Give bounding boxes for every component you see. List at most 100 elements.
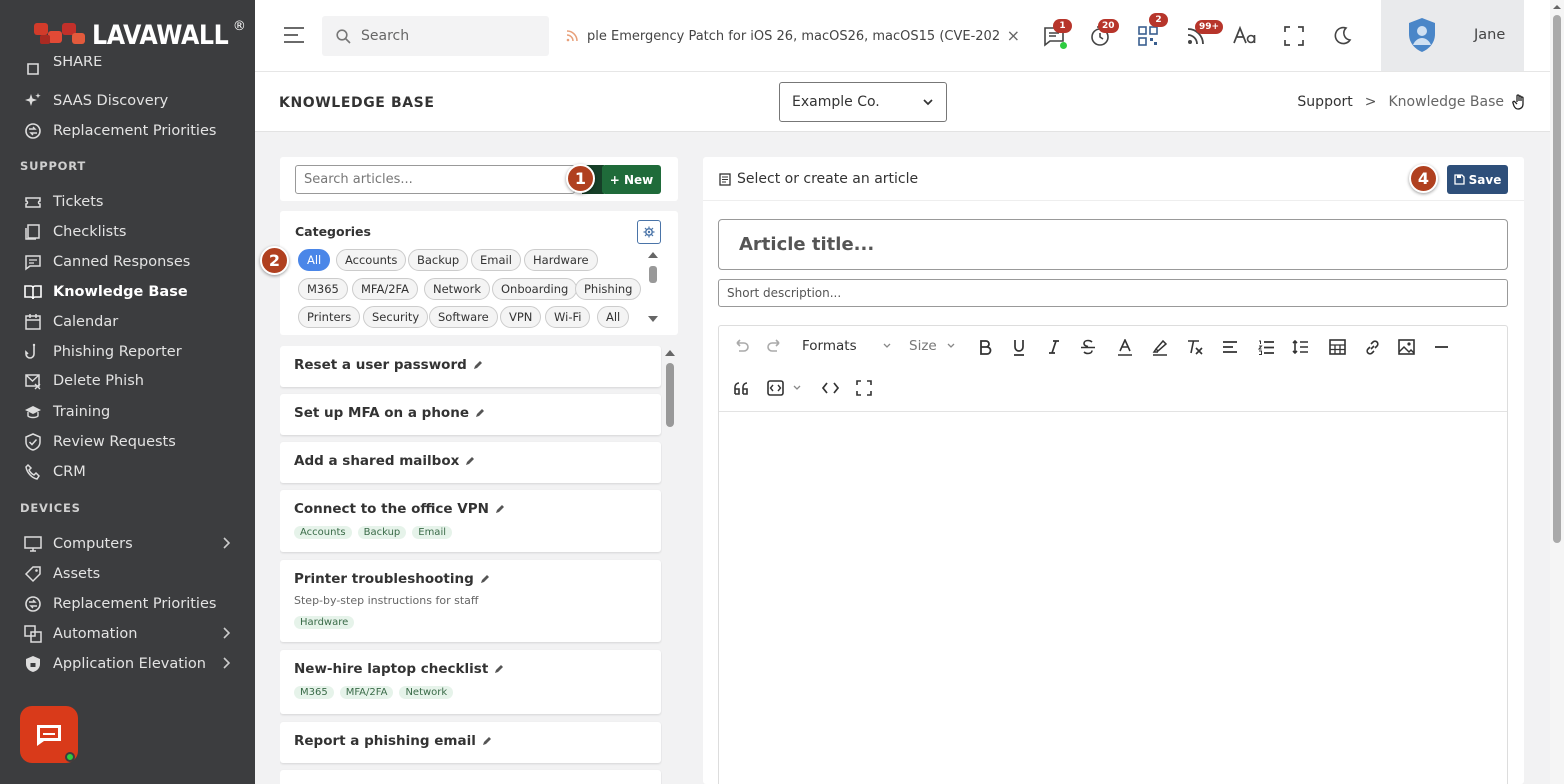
sidebar-item-calendar[interactable]: Calendar	[0, 307, 255, 337]
category-settings-button[interactable]	[637, 220, 661, 244]
logo[interactable]: LAVAWALL ®	[32, 17, 246, 55]
numbered-list-button[interactable]	[1254, 335, 1278, 359]
rich-text-editor[interactable]: Formats Size	[718, 325, 1508, 784]
sidebar-item-replacement-priorities[interactable]: Replacement Priorities	[0, 116, 255, 146]
horizontal-rule-button[interactable]	[1429, 335, 1453, 359]
sidebar-item-delete-phish[interactable]: Delete Phish	[0, 366, 255, 396]
breadcrumb-support-link[interactable]: Support	[1297, 94, 1352, 110]
align-button[interactable]	[1218, 335, 1242, 359]
category-chip-m365[interactable]: M365	[298, 278, 348, 300]
category-chip-onboarding[interactable]: Onboarding	[492, 278, 578, 300]
formats-dropdown[interactable]: Formats	[802, 338, 891, 354]
sidebar-item-saas-discovery[interactable]: SAAS Discovery	[0, 86, 255, 116]
category-chip-software[interactable]: Software	[429, 306, 498, 328]
editor-fullscreen-button[interactable]	[852, 376, 876, 400]
feeds-button[interactable]: 99+	[1182, 20, 1224, 50]
category-chip-vpn[interactable]: VPN	[500, 306, 542, 328]
pencil-icon[interactable]	[482, 736, 492, 746]
category-chip-hardware[interactable]: Hardware	[524, 249, 598, 271]
news-ticker[interactable]: ple Emergency Patch for iOS 26, macOS26,…	[565, 18, 1020, 54]
pencil-icon[interactable]	[475, 408, 485, 418]
pencil-icon[interactable]	[495, 504, 505, 514]
messages-button[interactable]: 1	[1040, 19, 1072, 50]
strikethrough-button[interactable]	[1076, 335, 1100, 359]
sidebar-item-assets[interactable]: Assets	[0, 559, 255, 589]
article-item[interactable]	[280, 770, 661, 784]
article-item[interactable]: Reset a user password	[280, 346, 661, 387]
category-chip-wifi[interactable]: Wi-Fi	[545, 306, 591, 328]
category-chip-all-2[interactable]: All	[597, 306, 630, 328]
save-button[interactable]: Save	[1447, 165, 1508, 194]
line-height-button[interactable]	[1288, 335, 1312, 359]
article-list-scrollbar[interactable]	[664, 346, 676, 784]
sidebar-item-automation[interactable]: Automation	[0, 619, 255, 649]
redo-button[interactable]	[763, 335, 787, 359]
article-item[interactable]: Printer troubleshooting Step-by-step ins…	[280, 560, 661, 642]
sidebar-item-tickets[interactable]: Tickets	[0, 187, 255, 217]
category-chip-accounts[interactable]: Accounts	[336, 249, 407, 271]
article-search-input[interactable]: Search articles...	[295, 165, 575, 194]
table-button[interactable]	[1325, 335, 1349, 359]
qr-button[interactable]: 2	[1134, 13, 1168, 50]
scroll-thumb[interactable]	[1553, 15, 1561, 543]
scroll-thumb[interactable]	[666, 363, 674, 427]
image-button[interactable]	[1394, 335, 1418, 359]
text-color-button[interactable]	[1113, 335, 1137, 359]
sidebar-item-training[interactable]: Training	[0, 397, 255, 427]
global-search-input[interactable]: Search	[322, 16, 549, 56]
article-title-input[interactable]: Article title...	[718, 219, 1508, 270]
category-chip-printers[interactable]: Printers	[298, 306, 361, 328]
category-chip-phishing[interactable]: Phishing	[575, 278, 642, 300]
pencil-icon[interactable]	[465, 456, 475, 466]
ticker-close-button[interactable]: ×	[998, 26, 1020, 45]
article-item[interactable]: Report a phishing email	[280, 722, 661, 763]
sidebar-item-share[interactable]: SHARE	[0, 56, 255, 78]
pencil-icon[interactable]	[473, 360, 483, 370]
blockquote-button[interactable]	[729, 376, 753, 400]
sidebar-item-application-elevation[interactable]: Application Elevation	[0, 649, 255, 679]
category-chip-mfa[interactable]: MFA/2FA	[352, 278, 418, 300]
underline-button[interactable]	[1007, 335, 1031, 359]
scroll-thumb[interactable]	[649, 266, 657, 283]
italic-button[interactable]	[1042, 335, 1066, 359]
chat-widget-button[interactable]	[20, 706, 78, 763]
category-chip-backup[interactable]: Backup	[408, 249, 469, 271]
dark-mode-button[interactable]	[1328, 22, 1356, 50]
pencil-icon[interactable]	[480, 574, 490, 584]
category-chip-all[interactable]: All	[298, 249, 331, 271]
code-block-dropdown[interactable]	[791, 376, 803, 400]
clear-format-button[interactable]	[1182, 335, 1206, 359]
category-chip-network[interactable]: Network	[424, 278, 491, 300]
link-button[interactable]	[1360, 335, 1384, 359]
categories-scrollbar[interactable]	[648, 251, 658, 331]
article-item[interactable]: Add a shared mailbox	[280, 442, 661, 483]
source-code-button[interactable]	[818, 376, 842, 400]
article-item[interactable]: New-hire laptop checklist M365 MFA/2FA N…	[280, 650, 661, 714]
company-select[interactable]: Example Co.	[779, 82, 947, 122]
timer-button[interactable]: 20	[1086, 19, 1119, 50]
sidebar-item-phishing-reporter[interactable]: Phishing Reporter	[0, 337, 255, 367]
code-block-button[interactable]	[763, 376, 787, 400]
pencil-icon[interactable]	[494, 664, 504, 674]
article-item[interactable]: Connect to the office VPN Accounts Backu…	[280, 490, 661, 552]
sidebar-item-review-requests[interactable]: Review Requests	[0, 427, 255, 457]
hamburger-menu-icon[interactable]	[284, 27, 304, 43]
font-size-button[interactable]	[1231, 22, 1259, 50]
category-chip-email[interactable]: Email	[471, 249, 521, 271]
fullscreen-button[interactable]	[1280, 22, 1308, 50]
undo-button[interactable]	[729, 335, 753, 359]
article-item[interactable]: Set up MFA on a phone	[280, 394, 661, 435]
page-scrollbar[interactable]	[1550, 0, 1564, 784]
article-description-input[interactable]: Short description...	[718, 279, 1508, 307]
user-menu[interactable]: Jane	[1381, 0, 1524, 71]
bold-button[interactable]	[973, 335, 997, 359]
sidebar-item-checklists[interactable]: Checklists	[0, 217, 255, 247]
sidebar-item-knowledge-base[interactable]: Knowledge Base	[0, 277, 255, 307]
sidebar-item-replacement-priorities-devices[interactable]: Replacement Priorities	[0, 589, 255, 619]
highlight-button[interactable]	[1148, 335, 1172, 359]
sidebar-item-canned-responses[interactable]: Canned Responses	[0, 247, 255, 277]
sidebar-item-computers[interactable]: Computers	[0, 529, 255, 559]
sidebar-item-crm[interactable]: CRM	[0, 457, 255, 487]
category-chip-security[interactable]: Security	[363, 306, 429, 328]
new-article-button[interactable]: + New	[602, 165, 661, 194]
